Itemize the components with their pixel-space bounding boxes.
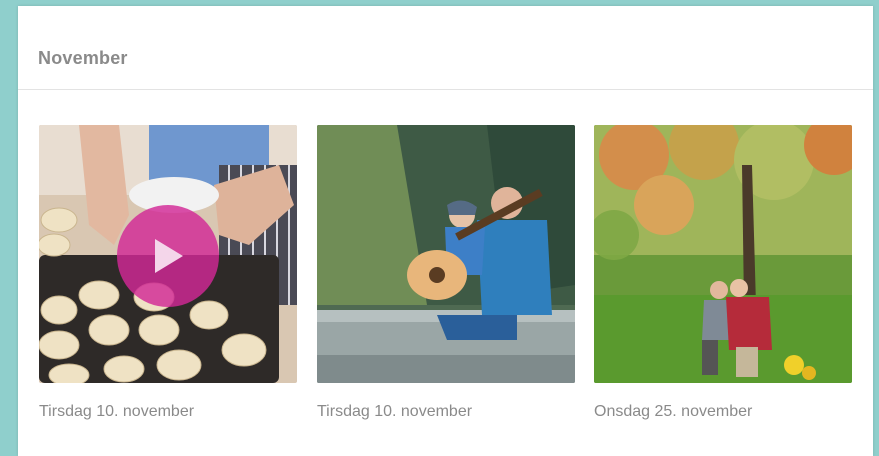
image-thumbnail[interactable]: [317, 125, 575, 383]
image-thumbnail[interactable]: [594, 125, 852, 383]
play-button[interactable]: [117, 205, 219, 307]
guitar-photo: [317, 125, 575, 383]
card-header: November: [18, 6, 873, 90]
media-tile-2[interactable]: Tirsdag 10. november: [317, 125, 575, 421]
media-date: Tirsdag 10. november: [317, 403, 473, 420]
media-date: Tirsdag 10. november: [39, 403, 195, 420]
autumn-couple-photo: [594, 125, 852, 383]
month-title: November: [38, 48, 128, 68]
media-tile-3[interactable]: Onsdag 25. november: [594, 125, 852, 421]
media-tile-1[interactable]: Tirsdag 10. november: [39, 125, 297, 421]
video-thumbnail[interactable]: [39, 125, 297, 383]
month-card: November Tirsdag 10. november Tirsdag 10…: [18, 6, 873, 456]
media-date: Onsdag 25. november: [594, 403, 753, 420]
play-icon: [155, 239, 183, 273]
